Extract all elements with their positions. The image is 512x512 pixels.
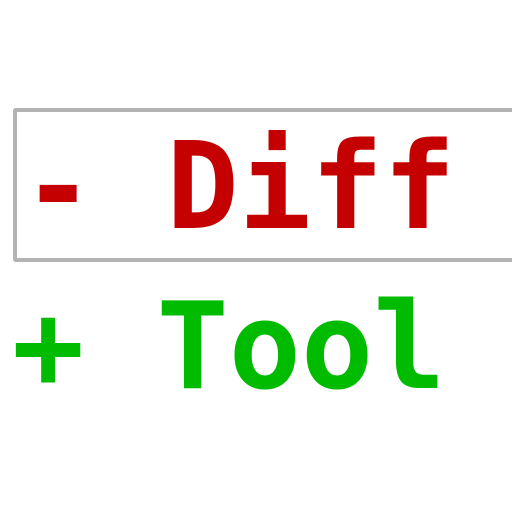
added-line-text: + Tool [12, 278, 446, 417]
diff-tool-logo: - Diff + Tool [0, 0, 512, 512]
removed-line-text: - Diff [22, 118, 456, 257]
